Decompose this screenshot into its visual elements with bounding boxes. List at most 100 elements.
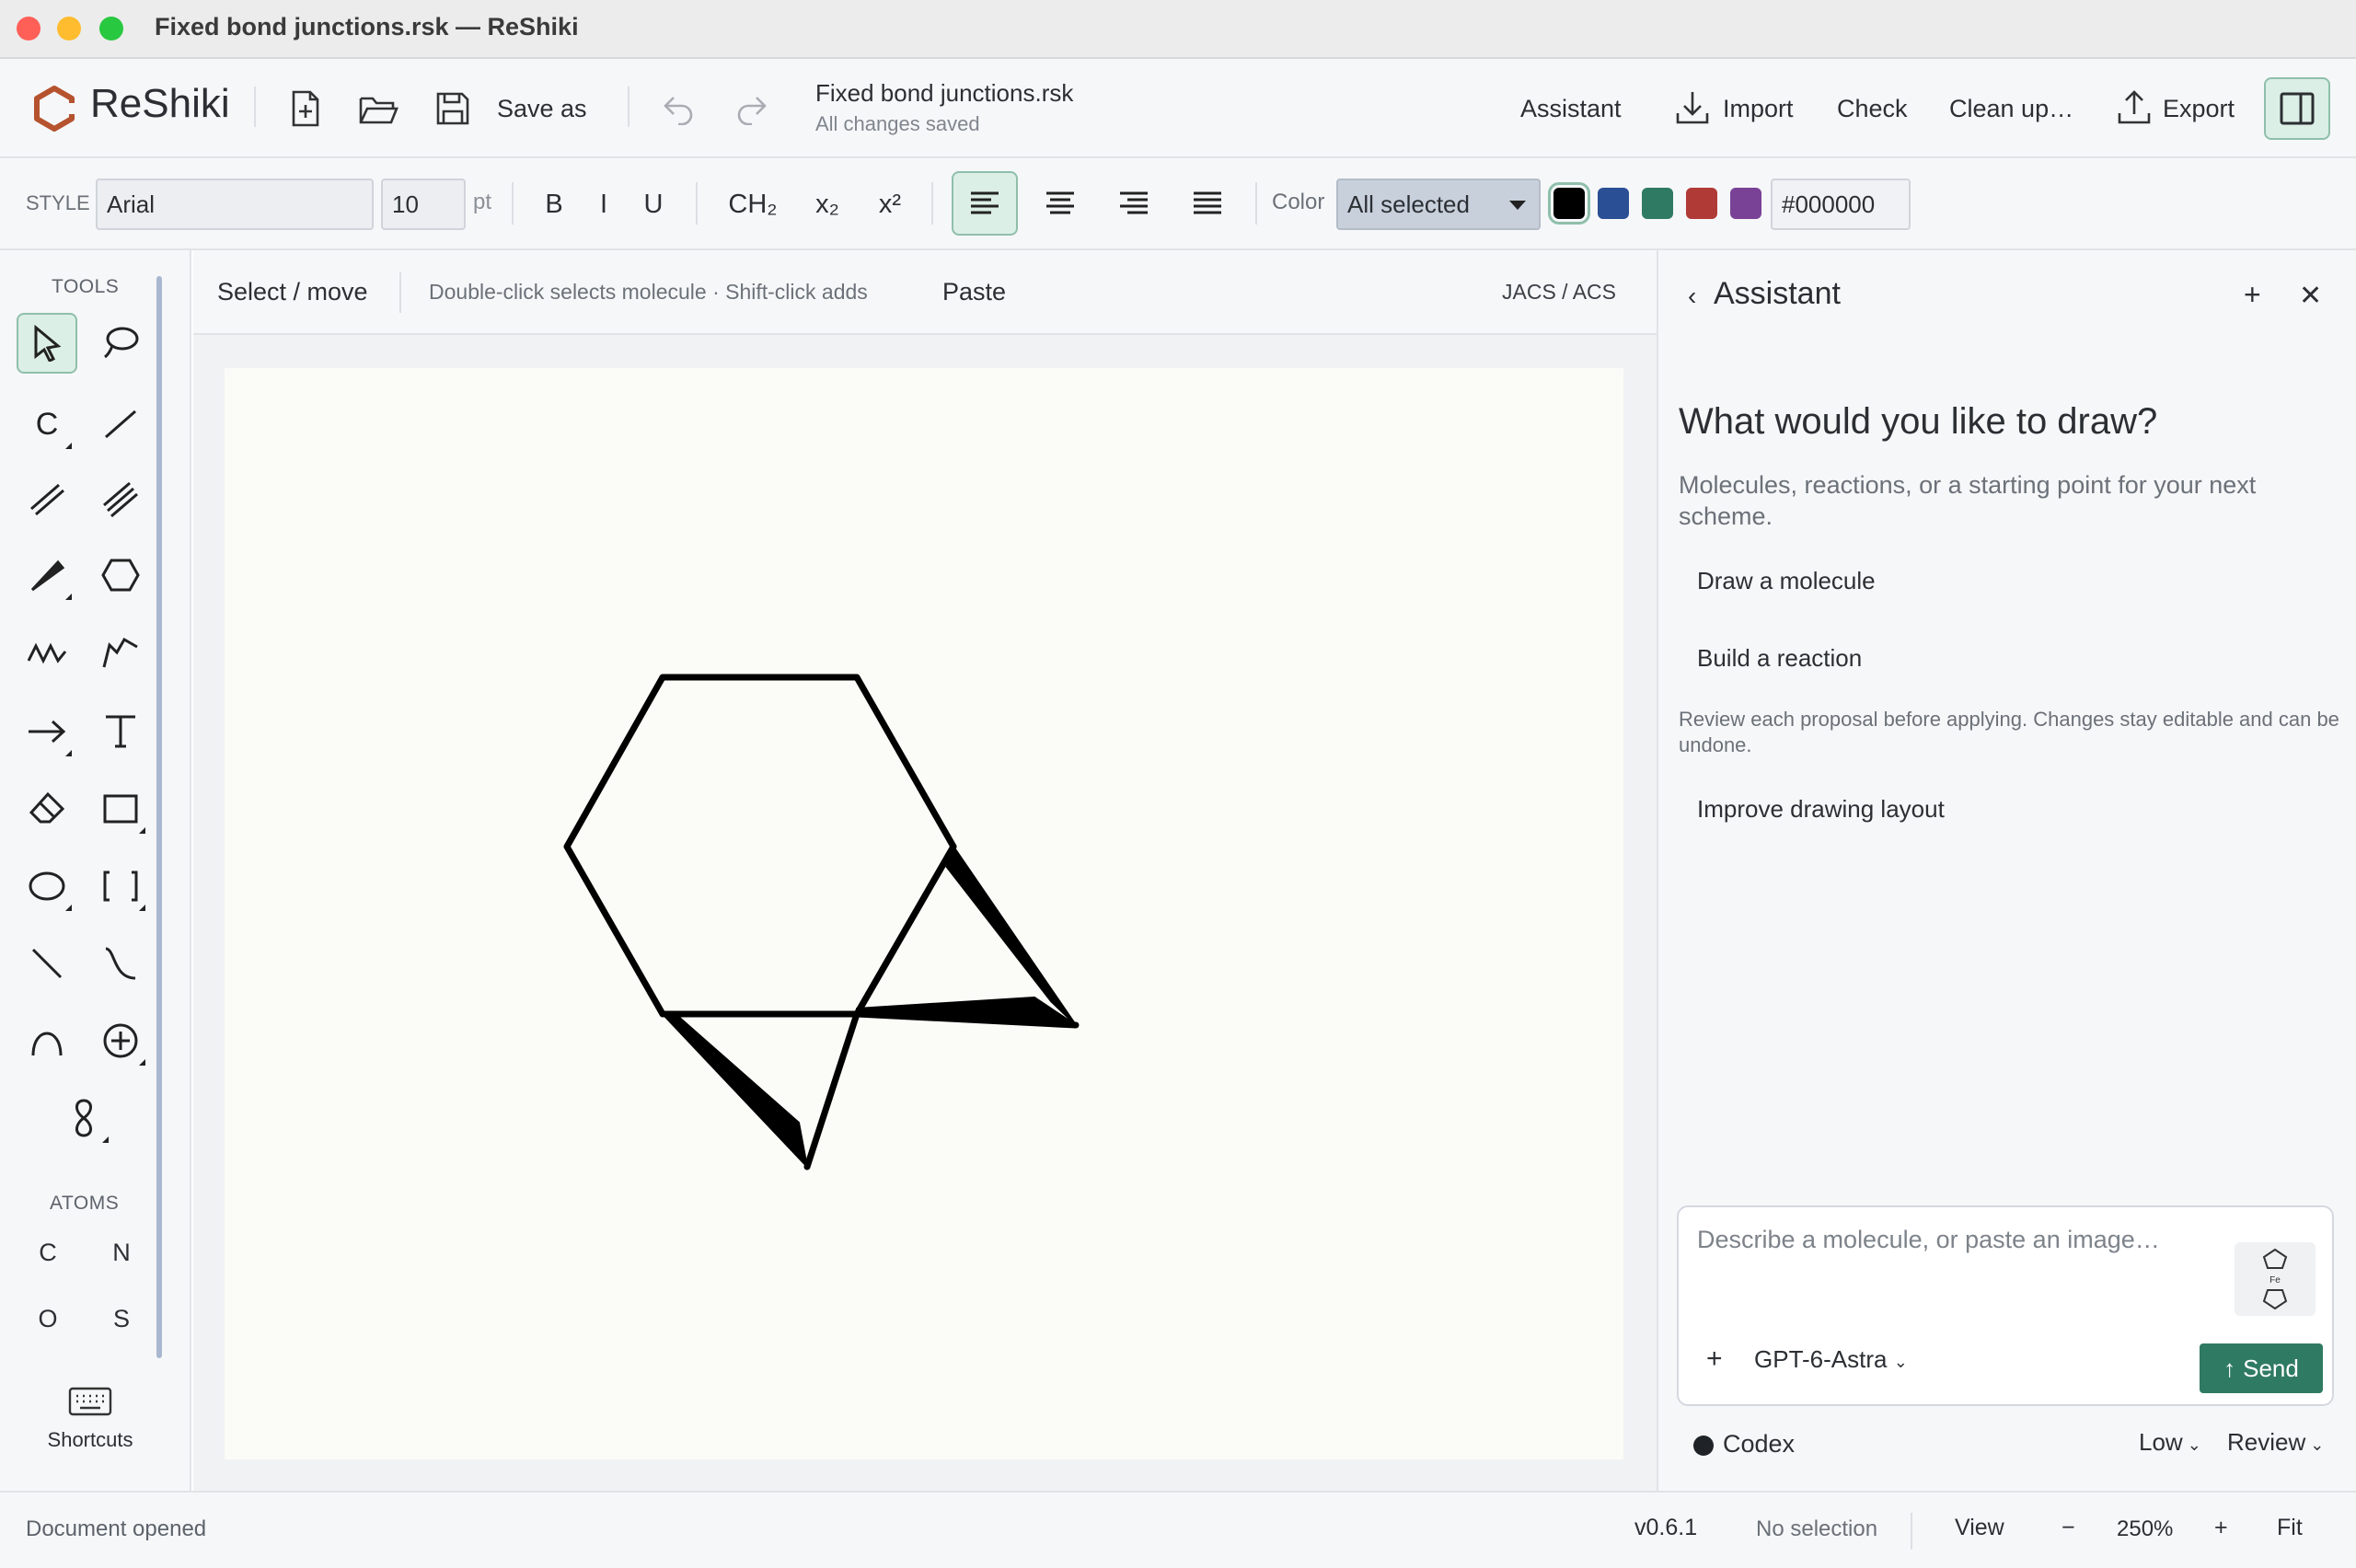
color-target-select[interactable]: All selected <box>1336 179 1541 230</box>
rectangle-tool[interactable] <box>90 778 151 839</box>
canvas-mode-label: Select / move <box>217 278 368 306</box>
cleanup-button[interactable]: Clean up… <box>1949 86 2073 131</box>
undo-button[interactable] <box>655 86 701 131</box>
zoom-level: 250% <box>2117 1516 2174 1541</box>
save-button[interactable] <box>429 85 477 133</box>
drawing-canvas[interactable] <box>225 368 1623 1459</box>
panel-toggle-button[interactable] <box>2264 77 2330 140</box>
ring-tool[interactable] <box>90 545 151 605</box>
font-size-unit: pt <box>473 190 492 214</box>
line-tool[interactable] <box>17 933 77 994</box>
orbital-tool[interactable] <box>53 1088 114 1148</box>
model-selector[interactable]: GPT-6-Astra ⌄ <box>1754 1345 1908 1374</box>
atom-nitrogen-button[interactable]: N <box>103 1239 140 1267</box>
panel-toggle-icon <box>2280 92 2315 125</box>
suggestion-draw-molecule[interactable]: Draw a molecule <box>1697 567 1876 595</box>
status-divider <box>1911 1513 1912 1550</box>
arc-tool[interactable] <box>17 1010 77 1071</box>
check-button[interactable]: Check <box>1837 86 1908 131</box>
color-swatch[interactable] <box>1598 188 1629 219</box>
redo-button[interactable] <box>729 86 775 131</box>
attached-image-thumbnail[interactable]: Fe <box>2235 1242 2316 1316</box>
review-mode-label: Review <box>2227 1428 2306 1456</box>
italic-button[interactable]: I <box>583 180 624 228</box>
zoom-out-button[interactable]: − <box>2062 1515 2075 1541</box>
ch2-button[interactable]: CH₂ <box>718 180 788 228</box>
align-center-button[interactable] <box>1027 171 1093 236</box>
collapse-assistant-icon[interactable]: ‹ <box>1688 282 1696 311</box>
canvas-toolbar <box>193 250 1657 335</box>
send-button[interactable]: ↑ Send <box>2200 1343 2323 1393</box>
carbon-chain-tool[interactable]: C <box>17 394 77 455</box>
minimize-window-button[interactable] <box>57 17 81 40</box>
bold-button[interactable]: B <box>534 180 574 228</box>
style-preset[interactable]: JACS / ACS <box>1502 280 1616 305</box>
align-right-button[interactable] <box>1101 171 1167 236</box>
single-bond-tool[interactable] <box>90 394 151 455</box>
shortcuts-button[interactable]: Shortcuts <box>28 1377 153 1465</box>
freehand-chain-tool[interactable] <box>90 622 151 683</box>
send-label: Send <box>2243 1354 2299 1382</box>
curve-tool[interactable] <box>90 933 151 994</box>
export-button[interactable] <box>2115 85 2154 131</box>
font-size-input[interactable]: 10 <box>381 179 466 230</box>
hex-color-input[interactable]: #000000 <box>1771 179 1911 230</box>
align-left-button[interactable] <box>952 171 1018 236</box>
atom-sulfur-button[interactable]: S <box>103 1305 140 1333</box>
underline-button[interactable]: U <box>633 180 674 228</box>
brackets-tool[interactable] <box>90 856 151 917</box>
attach-plus-icon[interactable]: + <box>1706 1343 1723 1375</box>
suggestion-build-reaction[interactable]: Build a reaction <box>1697 644 1862 673</box>
zoom-in-button[interactable]: + <box>2214 1515 2228 1541</box>
triple-bond-icon <box>103 481 138 518</box>
close-panel-icon[interactable]: ✕ <box>2299 280 2322 312</box>
color-swatch[interactable] <box>1548 182 1590 225</box>
hexagon-ring-icon <box>101 559 140 592</box>
lasso-tool[interactable] <box>90 313 151 374</box>
import-label[interactable]: Import <box>1723 86 1794 131</box>
export-label[interactable]: Export <box>2163 86 2235 131</box>
arrow-icon <box>29 720 66 744</box>
effort-selector[interactable]: Low ⌄ <box>2139 1428 2201 1457</box>
review-mode-selector[interactable]: Review ⌄ <box>2227 1428 2324 1457</box>
view-menu-button[interactable]: View <box>1955 1515 2004 1541</box>
charge-tool[interactable] <box>90 1010 151 1071</box>
double-bond-icon <box>30 483 64 516</box>
color-swatch[interactable] <box>1642 188 1673 219</box>
double-bond-tool[interactable] <box>17 469 77 530</box>
select-tool[interactable] <box>17 313 77 374</box>
assistant-button[interactable]: Assistant <box>1520 86 1622 131</box>
import-button[interactable] <box>1673 85 1712 131</box>
new-file-button[interactable] <box>282 85 329 133</box>
subscript-button[interactable]: x₂ <box>806 180 849 228</box>
close-window-button[interactable] <box>17 17 40 40</box>
superscript-button[interactable]: x² <box>869 180 911 228</box>
eraser-tool[interactable] <box>17 778 77 839</box>
color-swatch[interactable] <box>1686 188 1717 219</box>
triple-bond-tool[interactable] <box>90 469 151 530</box>
atom-oxygen-button[interactable]: O <box>29 1305 66 1333</box>
tools-section-label: TOOLS <box>52 276 120 297</box>
save-as-button[interactable]: Save as <box>497 86 587 131</box>
font-family-input[interactable]: Arial <box>96 179 374 230</box>
justify-button[interactable] <box>1174 171 1241 236</box>
ellipse-tool[interactable] <box>17 856 77 917</box>
agent-selector[interactable]: Codex <box>1723 1430 1795 1458</box>
atom-carbon-button[interactable]: C <box>29 1239 66 1267</box>
new-chat-icon[interactable]: + <box>2244 278 2261 312</box>
arrow-tool[interactable] <box>17 701 77 762</box>
suggestion-improve-layout[interactable]: Improve drawing layout <box>1697 795 1945 824</box>
molecule-drawing[interactable] <box>225 368 1623 1459</box>
tools-scrollbar[interactable] <box>156 276 162 1358</box>
zigzag-chain-tool[interactable] <box>17 622 77 683</box>
color-swatch[interactable] <box>1730 188 1761 219</box>
zoom-fit-button[interactable]: Fit <box>2277 1515 2303 1541</box>
wedge-bond-icon <box>30 559 65 592</box>
open-file-button[interactable] <box>353 85 403 133</box>
paste-button[interactable]: Paste <box>942 278 1006 306</box>
text-tool[interactable] <box>90 701 151 762</box>
ferrocene-icon: Fe <box>2262 1248 2288 1310</box>
zoom-window-button[interactable] <box>99 17 123 40</box>
wedge-bond-tool[interactable] <box>17 545 77 605</box>
assistant-input[interactable]: Describe a molecule, or paste an image… <box>1697 1226 2212 1254</box>
